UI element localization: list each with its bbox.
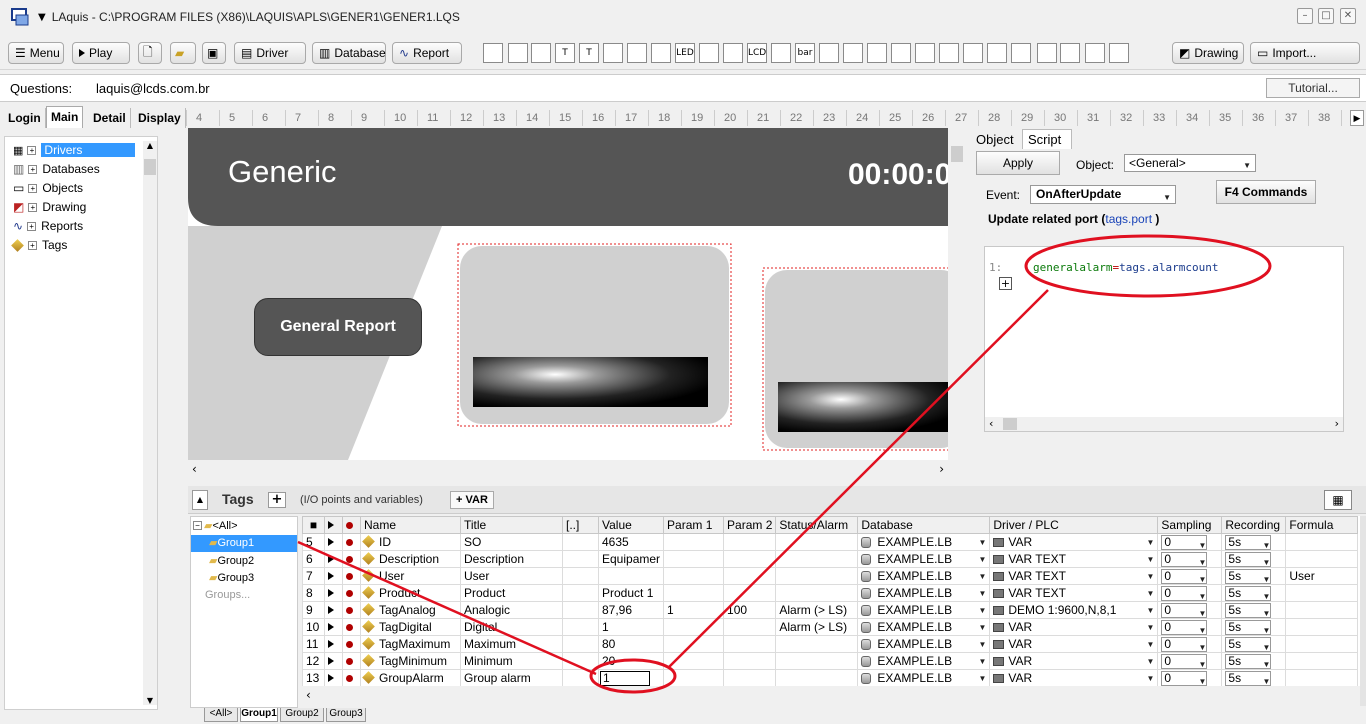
highlight-ellipse-code <box>1024 234 1272 298</box>
laquis-window: ▼ LAquis - C:\PROGRAM FILES (X86)\LAQUIS… <box>0 0 1366 724</box>
highlight-ellipse-value <box>589 658 677 694</box>
annotation-overlay <box>297 234 1272 694</box>
annotation-line-group <box>297 540 597 676</box>
annotation-arrow-line <box>667 289 1049 669</box>
